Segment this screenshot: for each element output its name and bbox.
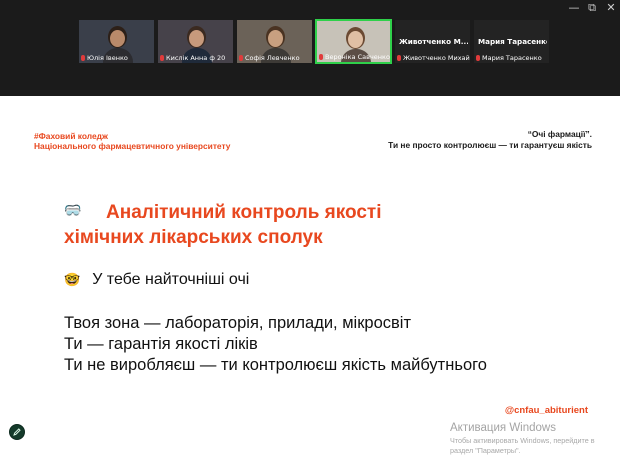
slide-body: Твоя зона — лабораторія, прилади, мікрос… <box>64 313 487 376</box>
muted-mic-icon <box>397 55 401 61</box>
pen-icon <box>13 428 21 436</box>
college-brand: #Фаховий коледж Національного фармацевти… <box>34 131 230 151</box>
participant-name-bar: Кислік Анна ф 20 <box>158 53 233 63</box>
participant-name-bar: Софія Левченко <box>237 53 312 63</box>
participant-display-name: Мария Тарасенко <box>478 37 547 46</box>
participant-face <box>189 30 204 47</box>
participant-tile[interactable]: Кислік Анна ф 20 <box>157 19 234 64</box>
muted-mic-icon <box>319 54 323 60</box>
participant-name: Софія Левченко <box>245 54 300 62</box>
participant-name: Животченко Михайло <box>403 54 470 62</box>
subline-text: У тебе найточніші очі <box>92 271 250 288</box>
brand-line-1: #Фаховий коледж <box>34 131 108 141</box>
participant-name-bar: Вероніка Савченко <box>317 52 390 62</box>
muted-mic-icon <box>160 55 164 61</box>
annotate-button[interactable] <box>9 424 25 440</box>
participant-name: Мария Тарасенко <box>482 54 542 62</box>
participant-name: Юлія Івенко <box>87 54 128 62</box>
brand-line-2: Національного фармацевтичного університе… <box>34 141 231 151</box>
title-line-1: Аналітичний контроль якості <box>106 202 382 223</box>
participant-name-bar: Юлія Івенко <box>79 53 154 63</box>
participant-tile[interactable]: Софія Левченко <box>236 19 313 64</box>
muted-mic-icon <box>476 55 480 61</box>
slide-title: Аналітичний контроль якості хімічних лік… <box>64 200 382 250</box>
watermark-line-2: раздел "Параметры". <box>450 446 521 455</box>
watermark-title: Активация Windows <box>450 422 556 434</box>
participant-face <box>348 31 363 48</box>
participant-name-bar: Животченко Михайло <box>395 53 470 63</box>
participant-tile[interactable]: Юлія Івенко <box>78 19 155 64</box>
shared-screen-slide: #Фаховий коледж Національного фармацевти… <box>0 96 620 474</box>
participant-tile[interactable]: Животченко М... Животченко Михайло <box>394 19 471 64</box>
participant-name: Кислік Анна ф 20 <box>166 54 226 62</box>
restore-button[interactable]: ⧉ <box>584 2 600 14</box>
instagram-handle: @cnfau_abiturient <box>504 405 588 416</box>
participant-tile[interactable]: Вероніка Савченко <box>315 19 392 64</box>
close-button[interactable]: ✕ <box>603 2 619 14</box>
participant-name: Вероніка Савченко <box>325 53 390 61</box>
quote-line-2: Ти не просто контролюєш — ти гарантуєш я… <box>388 140 592 150</box>
quote-line-1: “Очі фармації”. <box>527 129 592 139</box>
participant-display-name: Животченко М... <box>399 37 468 46</box>
muted-mic-icon <box>239 55 243 61</box>
windows-activation-watermark: Активация Windows Чтобы активировать Win… <box>450 422 595 456</box>
title-line-2: хімічних лікарських сполук <box>64 227 323 248</box>
participant-name-bar: Мария Тарасенко <box>474 53 549 63</box>
nerd-face-icon: 🤓 <box>64 272 81 287</box>
watermark-line-1: Чтобы активировать Windows, перейдите в <box>450 436 595 445</box>
body-line-3: Ти не виробляєш — ти контролюєш якість м… <box>64 356 487 374</box>
muted-mic-icon <box>81 55 85 61</box>
participant-face <box>110 30 125 47</box>
zoom-meeting-window: — ⧉ ✕ Юлія Івенко Кислік Анна ф 20 Софія Л… <box>0 0 620 474</box>
slide-quote: “Очі фармації”. Ти не просто контролюєш … <box>388 129 592 151</box>
minimize-button[interactable]: — <box>566 2 582 14</box>
participant-tile[interactable]: Мария Тарасенко Мария Тарасенко <box>473 19 550 64</box>
slide-subline: 🤓 У тебе найточніші очі <box>64 271 249 289</box>
participant-face <box>268 30 283 47</box>
participant-video-strip: Юлія Івенко Кислік Анна ф 20 Софія Левченк… <box>78 19 550 64</box>
body-line-1: Твоя зона — лабораторія, прилади, мікрос… <box>64 314 412 332</box>
watermark-text: Чтобы активировать Windows, перейдите в … <box>450 436 595 456</box>
body-line-2: Ти — гарантія якості ліків <box>64 335 258 353</box>
